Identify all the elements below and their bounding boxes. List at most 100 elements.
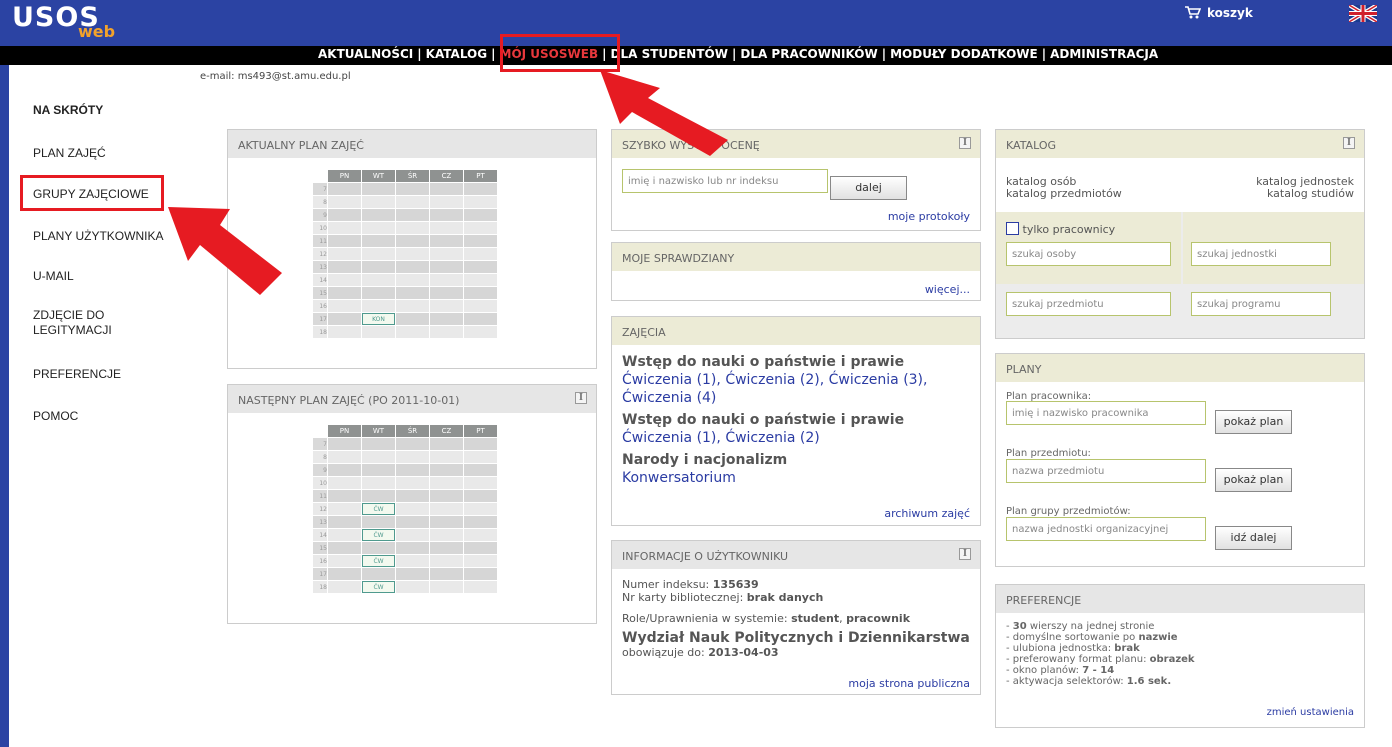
schedule-cell <box>362 235 395 247</box>
student-search-input[interactable]: imię i nazwisko lub nr indeksu <box>622 169 828 193</box>
schedule-cell <box>328 438 361 450</box>
course-title-3[interactable]: Narody i nacjonalizm <box>622 451 972 469</box>
schedule-cell <box>362 464 395 476</box>
schedule-cell <box>328 477 361 489</box>
more-tests-link[interactable]: więcej... <box>925 283 970 296</box>
sidebar-item-pomoc[interactable]: POMOC <box>33 409 78 423</box>
class-group-link[interactable]: Ćwiczenia (2) <box>725 372 819 388</box>
my-protocols-link[interactable]: moje protokoły <box>888 210 970 223</box>
schedule-cell <box>464 274 497 286</box>
schedule-cell <box>396 300 429 312</box>
schedule-cell <box>362 451 395 463</box>
employee-plan-input[interactable]: imię i nazwisko pracownika <box>1006 401 1206 425</box>
schedule-cell <box>464 568 497 580</box>
day-header: CZ <box>430 425 463 437</box>
day-header: PT <box>464 170 497 182</box>
sidebar-item-plan-zajec[interactable]: PLAN ZAJĘĆ <box>33 146 106 160</box>
employees-only-checkbox[interactable]: tylko pracownicy <box>1006 222 1115 236</box>
menu-moduly-dodatkowe[interactable]: MODUŁY DODATKOWE <box>890 47 1038 61</box>
schedule-cell <box>396 529 429 541</box>
grade-go-button[interactable]: dalej <box>830 176 907 200</box>
user-email: e-mail: ms493@st.amu.edu.pl <box>200 71 351 82</box>
info-icon[interactable]: i <box>575 392 587 404</box>
plans-title: PLANY <box>996 354 1364 382</box>
schedule-cell <box>464 313 497 325</box>
course-title-2[interactable]: Wstęp do nauki o państwie i prawie <box>622 411 972 429</box>
catalog-courses-link[interactable]: katalog przedmiotów <box>1006 188 1122 200</box>
hour-label: 12 <box>313 503 327 515</box>
search-course-input[interactable]: szukaj przedmiotu <box>1006 292 1171 316</box>
usosweb-logo[interactable]: USOS web <box>12 2 192 46</box>
info-icon[interactable]: i <box>959 548 971 560</box>
schedule-cell <box>328 209 361 221</box>
schedule-cell <box>328 581 361 593</box>
sidebar-item-zdjecie-2[interactable]: LEGITYMACJI <box>33 323 112 337</box>
schedule-cell <box>430 287 463 299</box>
search-person-input[interactable]: szukaj osoby <box>1006 242 1171 266</box>
schedule-cell <box>362 477 395 489</box>
menu-dla-pracownikow[interactable]: DLA PRACOWNIKÓW <box>740 47 877 61</box>
schedule-cell <box>464 438 497 450</box>
schedule-cell <box>396 326 429 338</box>
class-block[interactable]: ĆW <box>362 555 395 567</box>
menu-administracja[interactable]: ADMINISTRACJA <box>1050 47 1158 61</box>
class-group-link[interactable]: Ćwiczenia (1) <box>622 430 716 446</box>
class-group-link[interactable]: Ćwiczenia (4) <box>622 390 716 406</box>
sidebar-item-na-skroty[interactable]: NA SKRÓTY <box>33 103 103 117</box>
group-plan-input[interactable]: nazwa jednostki organizacyjnej <box>1006 517 1206 541</box>
class-block[interactable]: ĆW <box>362 529 395 541</box>
checkbox-icon[interactable] <box>1006 222 1019 235</box>
change-settings-link[interactable]: zmień ustawienia <box>1267 707 1354 718</box>
info-icon[interactable]: i <box>1343 137 1355 149</box>
hour-label: 10 <box>313 222 327 234</box>
schedule-cell <box>396 503 429 515</box>
separator: , <box>819 372 825 388</box>
schedule-cell <box>464 235 497 247</box>
class-group-link[interactable]: Ćwiczenia (2) <box>725 430 819 446</box>
sidebar-item-zdjecie-1[interactable]: ZDJĘCIE DO <box>33 308 104 322</box>
class-block[interactable]: KON <box>362 313 395 325</box>
cart-link[interactable]: koszyk <box>1185 6 1253 20</box>
show-employee-plan-button[interactable]: pokaż plan <box>1215 410 1292 434</box>
menu-aktualnosci[interactable]: AKTUALNOŚCI <box>318 47 413 61</box>
day-header: ŚR <box>396 170 429 182</box>
class-group-link[interactable]: Ćwiczenia (1) <box>622 372 716 388</box>
valid-until: obowiązuje do: 2013-04-03 <box>622 646 779 659</box>
info-icon[interactable]: i <box>959 137 971 149</box>
show-course-plan-button[interactable]: pokaż plan <box>1215 468 1292 492</box>
schedule-cell <box>430 313 463 325</box>
public-page-link[interactable]: moja strona publiczna <box>848 677 970 690</box>
catalog-studies-link[interactable]: katalog studiów <box>1256 188 1354 200</box>
schedule-cell <box>396 438 429 450</box>
sidebar-item-u-mail[interactable]: U-MAIL <box>33 269 74 283</box>
class-block[interactable]: ĆW <box>362 503 395 515</box>
current-plan-grid[interactable]: PN WT ŚR CZ PT 7 8 9 10 11 12 13 14 15 16 17 KON 18 <box>312 169 498 339</box>
schedule-cell <box>464 451 497 463</box>
search-unit-input[interactable]: szukaj jednostki <box>1191 242 1331 266</box>
faculty-name: Wydział Nauk Politycznych i Dziennikarst… <box>622 630 970 646</box>
course-plan-input[interactable]: nazwa przedmiotu <box>1006 459 1206 483</box>
uk-flag-icon[interactable] <box>1349 5 1377 22</box>
hour-label: 14 <box>313 274 327 286</box>
hour-label: 14 <box>313 529 327 541</box>
schedule-cell <box>464 261 497 273</box>
day-header: PN <box>328 425 361 437</box>
menu-katalog[interactable]: KATALOG <box>426 47 487 61</box>
schedule-cell <box>464 326 497 338</box>
schedule-cell <box>430 261 463 273</box>
schedule-cell <box>464 581 497 593</box>
class-archive-link[interactable]: archiwum zajęć <box>884 507 970 520</box>
schedule-cell <box>430 248 463 260</box>
next-plan-grid[interactable]: PN WT ŚR CZ PT 7 8 9 10 11 12 ĆW 13 14 ĆW 15 16 ĆW 17 18 ĆW <box>312 424 498 594</box>
class-block[interactable]: ĆW <box>362 581 395 593</box>
sidebar-item-preferencje[interactable]: PREFERENCJE <box>33 367 121 381</box>
group-plan-go-button[interactable]: idź dalej <box>1215 526 1292 550</box>
course-title-1[interactable]: Wstęp do nauki o państwie i prawie <box>622 353 972 371</box>
class-group-link[interactable]: Konwersatorium <box>622 469 972 487</box>
hour-label: 18 <box>313 326 327 338</box>
class-group-link[interactable]: Ćwiczenia (3) <box>829 372 923 388</box>
menu-dla-studentow[interactable]: DLA STUDENTÓW <box>611 47 728 61</box>
sidebar-item-plany-uzytkownika[interactable]: PLANY UŻYTKOWNIKA <box>33 229 163 243</box>
search-program-input[interactable]: szukaj programu <box>1191 292 1331 316</box>
schedule-cell <box>362 516 395 528</box>
